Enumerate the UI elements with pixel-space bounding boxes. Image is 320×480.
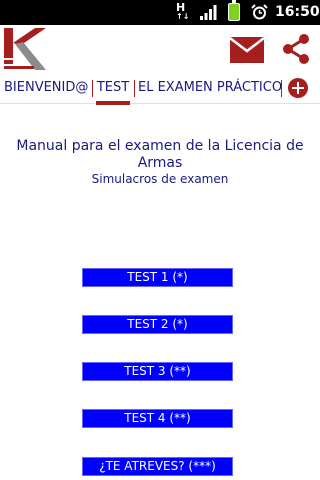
k-logo-icon	[4, 28, 46, 70]
battery-icon	[228, 0, 240, 21]
test-3-button[interactable]: TEST 3 (**)	[82, 362, 233, 381]
share-icon[interactable]	[280, 33, 312, 65]
status-bar: H ↑↓ 16:50	[0, 0, 320, 25]
alarm-icon	[251, 4, 268, 20]
mail-icon[interactable]	[230, 37, 264, 63]
tab-separator	[92, 80, 93, 97]
tab-separator	[281, 80, 282, 97]
network-type-icon: H ↑↓	[176, 1, 190, 21]
app-root: H ↑↓ 16:50 BIENVENID@ TEST EL EXAMEN PRÁ…	[0, 0, 320, 480]
test-2-button[interactable]: TEST 2 (*)	[82, 315, 233, 334]
status-clock: 16:50	[275, 4, 320, 20]
test-1-button[interactable]: TEST 1 (*)	[82, 268, 233, 287]
tab-examen-practico[interactable]: EL EXAMEN PRÁCTICO	[138, 73, 282, 103]
test-4-button[interactable]: TEST 4 (**)	[82, 409, 233, 428]
tab-separator	[134, 80, 135, 97]
page-title: Manual para el examen de la Licencia de …	[16, 138, 304, 171]
more-tabs-plus-icon[interactable]	[288, 78, 308, 98]
page-heading: Manual para el examen de la Licencia de …	[10, 138, 310, 186]
tab-test[interactable]: TEST	[96, 73, 130, 105]
tab-bienvenido[interactable]: BIENVENID@	[4, 73, 88, 103]
app-header	[0, 25, 320, 73]
te-atreves-button[interactable]: ¿TE ATREVES? (***)	[82, 457, 233, 476]
tab-bar: BIENVENID@ TEST EL EXAMEN PRÁCTICO	[0, 73, 320, 105]
signal-icon	[200, 5, 217, 20]
page-subtitle: Simulacros de examen	[91, 172, 229, 186]
